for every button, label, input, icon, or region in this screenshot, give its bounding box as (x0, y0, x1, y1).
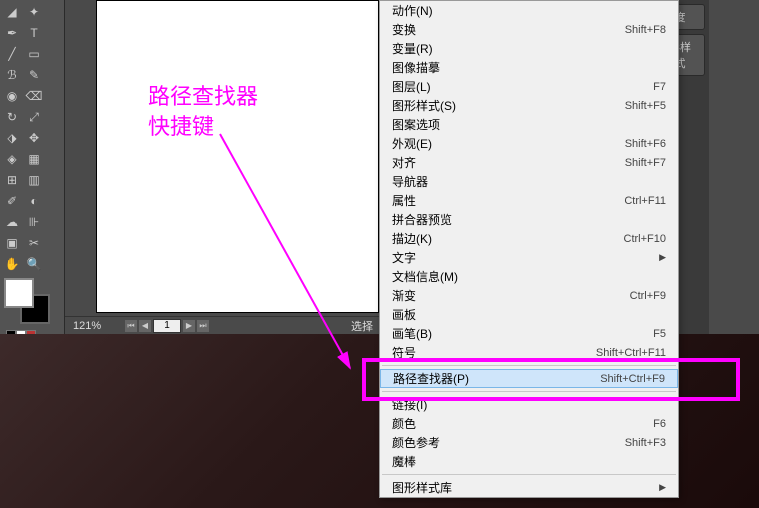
tool-brush[interactable]: ℬ (2, 65, 22, 85)
menu-actions[interactable]: 动作(N) (380, 1, 678, 20)
menu-imagetrace[interactable]: 图像描摹 (380, 58, 678, 77)
tool-blob[interactable]: ◉ (2, 86, 22, 106)
menu-attributes[interactable]: 属性Ctrl+F11 (380, 191, 678, 210)
zoom-level[interactable]: 121% (73, 320, 113, 332)
chevron-right-icon: ▶ (659, 252, 666, 263)
tool-eyedrop[interactable]: ✐ (2, 191, 22, 211)
next-page-button[interactable]: ▶ (183, 320, 195, 332)
prev-page-button[interactable]: ◀ (139, 320, 151, 332)
tool-wand[interactable]: ✦ (24, 2, 44, 22)
menu-variables[interactable]: 变量(R) (380, 39, 678, 58)
menu-transform[interactable]: 变换Shift+F8 (380, 20, 678, 39)
tool-rect[interactable]: ▭ (24, 44, 44, 64)
menu-separator (382, 391, 676, 392)
tool-symbol[interactable]: ☁ (2, 212, 22, 232)
annotation-line1: 路径查找器 (148, 82, 258, 112)
menu-align[interactable]: 对齐Shift+F7 (380, 153, 678, 172)
menu-magicwand[interactable]: 魔棒 (380, 452, 678, 471)
tool-pencil[interactable]: ✎ (24, 65, 44, 85)
page-input[interactable] (153, 319, 181, 333)
tool-mesh[interactable]: ⊞ (2, 170, 22, 190)
menu-separator (382, 365, 676, 366)
artboard-canvas[interactable] (96, 0, 379, 313)
chevron-right-icon: ▶ (659, 482, 666, 493)
first-page-button[interactable]: ⏮ (125, 320, 137, 332)
menu-patternoptions[interactable]: 图案选项 (380, 115, 678, 134)
tool-type[interactable]: T (24, 23, 44, 43)
tool-pen[interactable]: ✒ (2, 23, 22, 43)
menu-links[interactable]: 链接(I) (380, 395, 678, 414)
menu-artboards[interactable]: 画板 (380, 305, 678, 324)
page-navigator: ⏮ ◀ ▶ ⏭ (125, 319, 209, 333)
menu-pathfinder[interactable]: 路径查找器(P)Shift+Ctrl+F9 (380, 369, 678, 388)
tool-artboard[interactable]: ▣ (2, 233, 22, 253)
menu-stroke[interactable]: 描边(K)Ctrl+F10 (380, 229, 678, 248)
tool-shape[interactable]: ◈ (2, 149, 22, 169)
tool-hand[interactable]: ✋ (2, 254, 22, 274)
color-swatches[interactable] (4, 278, 54, 328)
menu-colorguide[interactable]: 颜色参考Shift+F3 (380, 433, 678, 452)
menu-gradient[interactable]: 渐变Ctrl+F9 (380, 286, 678, 305)
menu-brushes[interactable]: 画笔(B)F5 (380, 324, 678, 343)
menu-graphiclib[interactable]: 图形样式库▶ (380, 478, 678, 497)
tool-zoom[interactable]: 🔍 (24, 254, 44, 274)
canvas-area (65, 0, 379, 334)
panel-edge (709, 0, 759, 334)
tool-perspective[interactable]: ▦ (24, 149, 44, 169)
tool-graph[interactable]: ⊪ (24, 212, 44, 232)
tool-free[interactable]: ✥ (24, 128, 44, 148)
tool-eraser[interactable]: ⌫ (24, 86, 44, 106)
menu-docinfo[interactable]: 文档信息(M) (380, 267, 678, 286)
tool-slice[interactable]: ✂ (24, 233, 44, 253)
status-bar: 121% ⏮ ◀ ▶ ⏭ 选择 (65, 316, 379, 334)
tools-toolbar: ◢✦ ✒T ╱▭ ℬ✎ ◉⌫ ↻⤢ ⬗✥ ◈▦ ⊞▥ ✐◐ ☁⊪ ▣✂ ✋🔍 ▢… (0, 0, 65, 334)
menu-appearance[interactable]: 外观(E)Shift+F6 (380, 134, 678, 153)
menu-type[interactable]: 文字▶ (380, 248, 678, 267)
tool-gradient[interactable]: ▥ (24, 170, 44, 190)
menu-color[interactable]: 颜色F6 (380, 414, 678, 433)
tool-scale[interactable]: ⤢ (24, 107, 44, 127)
menu-navigator[interactable]: 导航器 (380, 172, 678, 191)
annotation-line2: 快捷键 (148, 112, 258, 142)
last-page-button[interactable]: ⏭ (197, 320, 209, 332)
menu-layers[interactable]: 图层(L)F7 (380, 77, 678, 96)
menu-graphicstyles[interactable]: 图形样式(S)Shift+F5 (380, 96, 678, 115)
annotation-text: 路径查找器 快捷键 (148, 82, 258, 141)
tool-line[interactable]: ╱ (2, 44, 22, 64)
menu-symbols[interactable]: 符号Shift+Ctrl+F11 (380, 343, 678, 362)
fill-swatch[interactable] (4, 278, 34, 308)
window-context-menu: 动作(N) 变换Shift+F8 变量(R) 图像描摹 图层(L)F7 图形样式… (379, 0, 679, 498)
menu-separator (382, 474, 676, 475)
tool-lasso[interactable]: ◢ (2, 2, 22, 22)
tool-blend[interactable]: ◐ (24, 191, 44, 211)
menu-flattener[interactable]: 拼合器预览 (380, 210, 678, 229)
status-label: 选择 (351, 318, 373, 334)
tool-width[interactable]: ⬗ (2, 128, 22, 148)
tool-rotate[interactable]: ↻ (2, 107, 22, 127)
